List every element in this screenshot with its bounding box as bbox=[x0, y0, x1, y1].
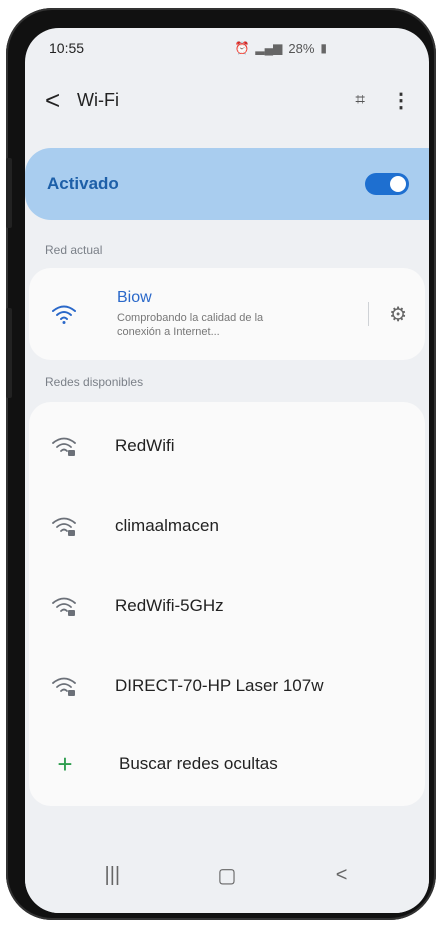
back-button[interactable]: < bbox=[45, 87, 73, 113]
page-title: Wi-Fi bbox=[77, 89, 119, 110]
app-bar: < Wi-Fi ⌗ ⋮ bbox=[25, 68, 429, 132]
nav-back-button[interactable]: < bbox=[322, 864, 362, 887]
more-options-icon[interactable]: ⋮ bbox=[391, 88, 411, 113]
gear-icon[interactable]: ⚙ bbox=[389, 302, 407, 327]
toggle-knob bbox=[390, 176, 406, 192]
side-button bbox=[6, 308, 12, 398]
navigation-bar: ||| ▢ < bbox=[25, 837, 429, 913]
add-hidden-network-button[interactable]: + Buscar redes ocultas bbox=[29, 726, 425, 802]
available-networks-section-label: Redes disponibles bbox=[45, 375, 144, 389]
divider bbox=[368, 302, 370, 326]
alarm-icon: ⏰ bbox=[234, 41, 250, 55]
wifi-icon bbox=[52, 305, 76, 324]
status-time: 10:55 bbox=[49, 40, 85, 56]
status-icons: ⏰ ▂▄▆ 28% ▮ bbox=[234, 41, 407, 56]
recents-button[interactable]: ||| bbox=[92, 864, 132, 887]
current-network-row[interactable]: Biow Comprobando la calidad de la conexi… bbox=[29, 268, 425, 360]
network-item[interactable]: DIRECT-70-HP Laser 107w bbox=[29, 646, 425, 726]
network-item[interactable]: RedWifi bbox=[29, 406, 425, 486]
wifi-lock-icon bbox=[52, 517, 76, 536]
current-network-section-label: Red actual bbox=[45, 243, 103, 257]
network-item[interactable]: climaalmacen bbox=[29, 486, 425, 566]
current-network-status: Comprobando la calidad de la conexión a … bbox=[117, 311, 264, 338]
status-bar: 10:55 ⏰ ▂▄▆ 28% ▮ bbox=[25, 28, 429, 68]
phone-frame: 10:55 ⏰ ▂▄▆ 28% ▮ < Wi-Fi ⌗ ⋮ Activado R… bbox=[6, 8, 436, 920]
wifi-toggle[interactable] bbox=[365, 173, 409, 195]
network-name: DIRECT-70-HP Laser 107w bbox=[115, 676, 324, 695]
network-name: RedWifi-5GHz bbox=[115, 596, 224, 615]
wifi-lock-icon bbox=[52, 597, 76, 616]
add-hidden-network-label: Buscar redes ocultas bbox=[119, 754, 278, 773]
current-network-name: Biow bbox=[117, 288, 152, 306]
signal-icon: ▂▄▆ bbox=[255, 41, 283, 55]
current-network-text: Biow Comprobando la calidad de la conexi… bbox=[117, 289, 368, 340]
network-name: RedWifi bbox=[115, 436, 175, 455]
qr-scan-icon[interactable]: ⌗ bbox=[355, 90, 365, 110]
battery-level: 28% bbox=[288, 40, 315, 56]
wifi-master-switch-row[interactable]: Activado bbox=[25, 148, 429, 220]
wifi-lock-icon bbox=[52, 437, 76, 456]
home-button[interactable]: ▢ bbox=[207, 863, 247, 888]
side-button bbox=[6, 158, 12, 228]
wifi-lock-icon bbox=[52, 677, 76, 696]
screen: 10:55 ⏰ ▂▄▆ 28% ▮ < Wi-Fi ⌗ ⋮ Activado R… bbox=[25, 28, 429, 913]
plus-icon: + bbox=[57, 748, 73, 779]
available-networks-list: RedWifi climaalmacen RedWifi-5GHz DIRECT… bbox=[29, 402, 425, 806]
network-name: climaalmacen bbox=[115, 516, 219, 535]
battery-icon: ▮ bbox=[320, 41, 327, 55]
master-switch-label: Activado bbox=[47, 174, 119, 193]
network-item[interactable]: RedWifi-5GHz bbox=[29, 566, 425, 646]
